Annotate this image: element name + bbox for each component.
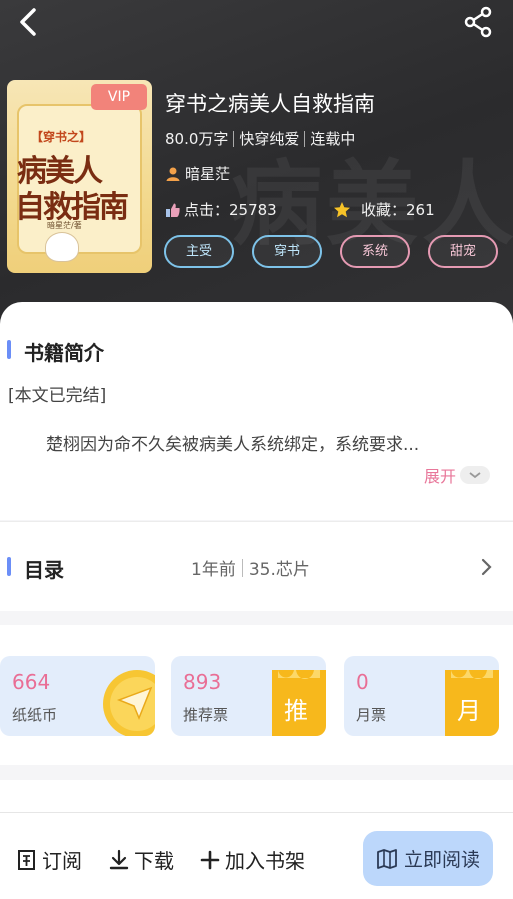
- book-category: 快穿纯爱: [239, 130, 300, 148]
- monthly-label: 月票: [356, 706, 387, 724]
- monthly-glyph: 月: [457, 697, 481, 725]
- read-now-button[interactable]: 立即阅读: [363, 831, 493, 886]
- intro-section-title: 书籍简介: [24, 341, 104, 365]
- author-name: 暗星茫: [185, 165, 231, 183]
- book-title: 穿书之病美人自救指南: [165, 92, 375, 116]
- chevron-down-icon: [460, 466, 491, 484]
- expand-label: 展开: [424, 467, 457, 486]
- share-icon[interactable]: [460, 4, 496, 40]
- download-icon: [109, 849, 129, 869]
- tag-chip[interactable]: 穿书: [252, 235, 322, 268]
- clicks-count: 点击：25783: [184, 201, 277, 219]
- subscribe-label: 订阅: [42, 849, 82, 873]
- read-now-label: 立即阅读: [403, 849, 480, 871]
- paper-plane-coin-icon: [103, 670, 155, 736]
- monthly-count: 0: [356, 670, 369, 694]
- toc-info: 1年前 35.芯片: [191, 555, 310, 580]
- coin-ticket-card[interactable]: 664 纸纸币: [0, 656, 155, 736]
- tag-chip[interactable]: 主受: [164, 235, 234, 268]
- cover-tag-text: 【穿书之】: [31, 130, 92, 144]
- thumb-icon: [166, 203, 180, 217]
- section-accent-bar: [7, 340, 11, 359]
- book-meta: 80.0万字 快穿纯爱 连载中: [165, 128, 355, 149]
- completed-note: [本文已完结]: [8, 386, 107, 406]
- book-summary[interactable]: 楚栩因为命不久矣被病美人系统绑定，系统要求...: [46, 430, 419, 455]
- person-icon: [166, 167, 180, 181]
- plus-icon: [200, 850, 220, 869]
- download-button[interactable]: 下载: [108, 845, 174, 874]
- toc-latest-chapter: 35.芯片: [248, 560, 310, 580]
- book-header: 病美人 【穿书之】 病美人 自救指南 暗星茫/著 VIP 穿书之病美人自救指南 …: [0, 0, 513, 330]
- cover-mascot-art: [45, 232, 79, 262]
- tag-chip[interactable]: 甜宠: [428, 235, 498, 268]
- download-label: 下载: [134, 849, 174, 873]
- toc-divider: [241, 558, 243, 577]
- coin-label: 纸纸币: [12, 706, 58, 724]
- meta-divider: [233, 130, 235, 147]
- recommend-ticket-icon: 推: [272, 670, 326, 736]
- monthly-ticket-icon: 月: [445, 670, 499, 736]
- monthly-ticket-card[interactable]: 0 月票 月: [344, 656, 499, 736]
- meta-divider: [304, 130, 306, 147]
- subscribe-icon: [18, 849, 35, 870]
- favorites-stat: 收藏：261: [333, 199, 435, 220]
- clicks-stat: 点击：25783: [165, 199, 277, 220]
- recommend-label: 推荐票: [183, 706, 229, 724]
- content-spacer: [0, 780, 513, 812]
- add-shelf-label: 加入书架: [225, 849, 305, 873]
- vip-badge: VIP: [91, 84, 147, 110]
- intro-card: [0, 302, 513, 520]
- recommend-count: 893: [183, 670, 222, 694]
- back-arrow-icon[interactable]: [10, 4, 46, 40]
- favorites-count: 收藏：261: [361, 201, 435, 219]
- tag-chip[interactable]: 系统: [340, 235, 410, 268]
- subscribe-button[interactable]: 订阅: [16, 845, 82, 874]
- recommend-ticket-card[interactable]: 893 推荐票 推: [171, 656, 326, 736]
- add-to-shelf-button[interactable]: 加入书架: [199, 845, 305, 874]
- book-status: 连载中: [310, 130, 356, 148]
- coin-count: 664: [12, 670, 51, 694]
- section-accent-bar: [7, 557, 11, 576]
- recommend-glyph: 推: [284, 697, 308, 725]
- expand-button[interactable]: 展开: [424, 463, 491, 487]
- chevron-right-icon[interactable]: [476, 555, 496, 579]
- author-link[interactable]: 暗星茫: [165, 163, 230, 184]
- cover-author-text: 暗星茫/著: [47, 221, 82, 230]
- toc-section-title: 目录: [24, 558, 64, 582]
- toc-updated: 1年前: [191, 560, 236, 580]
- word-count: 80.0万字: [165, 130, 229, 148]
- book-open-icon: [377, 848, 397, 869]
- star-icon: [334, 201, 350, 217]
